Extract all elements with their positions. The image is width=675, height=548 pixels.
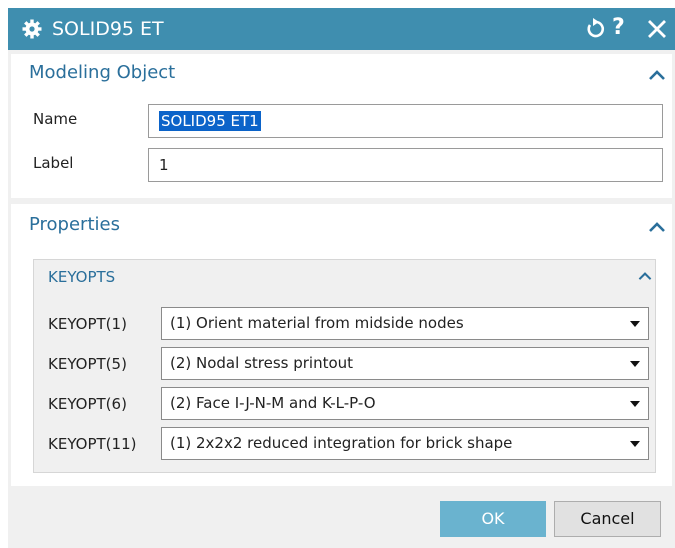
- keyopts-panel: KEYOPTS KEYOPT(1) (1) Orient material fr…: [33, 259, 656, 473]
- label-field[interactable]: 1: [148, 148, 663, 182]
- properties-section: Properties KEYOPTS KEYOPT(1) (1) Orient …: [11, 204, 672, 486]
- keyopt-6-select[interactable]: (2) Face I-J-N-M and K-L-P-O: [161, 387, 649, 420]
- keyopt-11-value: (1) 2x2x2 reduced integration for brick …: [170, 434, 513, 452]
- keyopt-11-select[interactable]: (1) 2x2x2 reduced integration for brick …: [161, 427, 649, 460]
- keyopt-11-label: KEYOPT(11): [48, 435, 137, 453]
- keyopts-title: KEYOPTS: [48, 268, 116, 286]
- modeling-object-title: Modeling Object: [29, 62, 176, 83]
- keyopt-5-select[interactable]: (2) Nodal stress printout: [161, 347, 649, 380]
- reset-button[interactable]: [584, 16, 608, 42]
- close-icon: [648, 20, 666, 38]
- collapse-properties-icon[interactable]: [647, 220, 667, 234]
- close-button[interactable]: [645, 16, 669, 42]
- ok-button[interactable]: OK: [440, 501, 546, 537]
- window-title: SOLID95 ET: [52, 18, 164, 40]
- label-label: Label: [33, 154, 74, 172]
- chevron-down-icon: [630, 321, 640, 327]
- gear-icon: [22, 19, 42, 39]
- label-field-value: 1: [159, 156, 169, 174]
- keyopt-1-value: (1) Orient material from midside nodes: [170, 314, 464, 332]
- keyopt-6-label: KEYOPT(6): [48, 395, 127, 413]
- name-field-value: SOLID95 ET1: [159, 111, 261, 131]
- chevron-down-icon: [630, 361, 640, 367]
- name-field[interactable]: SOLID95 ET1: [148, 104, 663, 138]
- chevron-down-icon: [630, 441, 640, 447]
- keyopt-5-value: (2) Nodal stress printout: [170, 354, 354, 372]
- title-bar: SOLID95 ET ?: [8, 8, 675, 50]
- chevron-down-icon: [630, 401, 640, 407]
- cancel-button[interactable]: Cancel: [554, 501, 661, 537]
- reset-icon: [587, 18, 605, 38]
- collapse-modeling-object-icon[interactable]: [647, 68, 667, 82]
- keyopt-5-label: KEYOPT(5): [48, 355, 127, 373]
- keyopt-6-value: (2) Face I-J-N-M and K-L-P-O: [170, 394, 376, 412]
- collapse-keyopts-icon[interactable]: [637, 270, 653, 282]
- help-button[interactable]: ?: [612, 15, 625, 41]
- modeling-object-section: Modeling Object Name SOLID95 ET1 Label 1: [11, 54, 672, 198]
- dialog-window: SOLID95 ET ? Modeling Object Name SOLID9…: [8, 8, 675, 548]
- name-label: Name: [33, 110, 78, 128]
- keyopt-1-select[interactable]: (1) Orient material from midside nodes: [161, 307, 649, 340]
- keyopt-1-label: KEYOPT(1): [48, 315, 127, 333]
- properties-title: Properties: [29, 214, 120, 235]
